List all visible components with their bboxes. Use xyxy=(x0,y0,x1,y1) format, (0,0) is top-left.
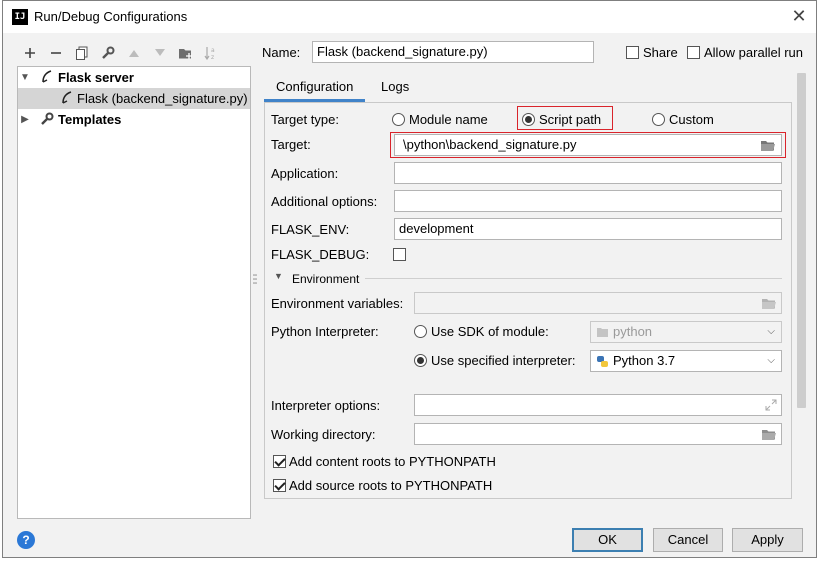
tab-configuration[interactable]: Configuration xyxy=(264,74,366,102)
tree-group-label: Flask server xyxy=(58,70,134,85)
environment-separator xyxy=(365,278,782,279)
name-input[interactable]: Flask (backend_signature.py) xyxy=(312,41,594,63)
additional-options-label: Additional options: xyxy=(271,194,378,209)
flask-icon xyxy=(62,91,72,104)
run-debug-dialog: IJ Run/Debug Configurations ✕ az ▼ Flask… xyxy=(2,0,817,558)
chevron-down-icon: ⌵ xyxy=(767,355,775,366)
chevron-down-icon[interactable]: ▼ xyxy=(20,67,30,88)
use-sdk-label: Use SDK of module: xyxy=(431,324,549,339)
close-icon[interactable]: ✕ xyxy=(790,7,808,25)
share-checkbox[interactable] xyxy=(626,46,639,59)
wrench-icon xyxy=(41,112,54,125)
module-name-label: Module name xyxy=(409,112,488,127)
tree-templates-label: Templates xyxy=(58,112,122,127)
python-icon xyxy=(597,356,608,367)
add-content-roots-label: Add content roots to PYTHONPATH xyxy=(289,454,496,469)
target-input[interactable]: \python\backend_signature.py xyxy=(394,134,782,156)
add-source-roots-checkbox[interactable] xyxy=(273,479,286,492)
custom-label: Custom xyxy=(669,112,714,127)
remove-icon[interactable] xyxy=(43,43,69,63)
additional-options-input[interactable] xyxy=(394,190,782,212)
tab-logs[interactable]: Logs xyxy=(369,74,421,102)
script-path-label: Script path xyxy=(539,112,602,127)
svg-text:a: a xyxy=(211,47,215,54)
add-icon[interactable] xyxy=(17,43,43,63)
module-folder-icon xyxy=(597,328,608,337)
application-input[interactable] xyxy=(394,162,782,184)
chevron-down-icon[interactable]: ▼ xyxy=(274,271,283,281)
scrollbar[interactable] xyxy=(797,73,806,408)
configurations-tree[interactable]: ▼ Flask server Flask (backend_signature.… xyxy=(17,66,251,519)
tree-item-label: Flask (backend_signature.py) xyxy=(77,91,248,106)
chevron-right-icon[interactable]: ▶ xyxy=(20,109,30,130)
allow-parallel-label: Allow parallel run xyxy=(704,45,803,60)
env-vars-label: Environment variables: xyxy=(271,296,404,311)
share-label: Share xyxy=(643,45,678,60)
copy-icon[interactable] xyxy=(69,43,95,63)
ok-button[interactable]: OK xyxy=(572,528,643,552)
tree-group-templates[interactable]: ▶ Templates xyxy=(18,109,250,130)
wrench-icon[interactable] xyxy=(95,43,121,63)
environment-section-label: Environment xyxy=(292,272,360,286)
title-bar: IJ Run/Debug Configurations ✕ xyxy=(3,1,816,33)
add-source-roots-label: Add source roots to PYTHONPATH xyxy=(289,478,493,493)
move-up-icon[interactable] xyxy=(121,43,147,63)
flask-icon xyxy=(42,70,52,83)
env-vars-input[interactable] xyxy=(414,292,782,314)
help-button[interactable]: ? xyxy=(17,531,35,549)
allow-parallel-checkbox[interactable] xyxy=(687,46,700,59)
flask-debug-checkbox[interactable] xyxy=(393,248,406,261)
flask-env-label: FLASK_ENV: xyxy=(271,222,350,237)
name-label: Name: xyxy=(262,45,301,60)
working-dir-label: Working directory: xyxy=(271,427,376,442)
interpreter-options-input[interactable] xyxy=(414,394,782,416)
radio-module-name[interactable] xyxy=(392,113,405,126)
cancel-button[interactable]: Cancel xyxy=(653,528,723,552)
working-dir-input[interactable] xyxy=(414,423,782,445)
sort-icon[interactable]: az xyxy=(199,43,225,63)
add-content-roots-checkbox[interactable] xyxy=(273,455,286,468)
radio-use-specified[interactable] xyxy=(414,354,427,367)
folder-icon[interactable] xyxy=(761,297,777,310)
chevron-down-icon: ⌵ xyxy=(767,326,775,337)
interpreter-select[interactable]: Python 3.7 ⌵ xyxy=(590,350,782,372)
radio-custom[interactable] xyxy=(652,113,665,126)
svg-text:z: z xyxy=(211,54,214,60)
use-specified-label: Use specified interpreter: xyxy=(431,353,576,368)
target-type-label: Target type: xyxy=(271,112,339,127)
window-title: Run/Debug Configurations xyxy=(34,9,188,24)
interpreter-options-label: Interpreter options: xyxy=(271,398,381,413)
sdk-module-select[interactable]: python ⌵ xyxy=(590,321,782,343)
splitter-handle[interactable] xyxy=(253,273,257,287)
flask-debug-label: FLASK_DEBUG: xyxy=(271,247,370,262)
sdk-module-value: python xyxy=(613,324,653,339)
expand-icon[interactable] xyxy=(765,399,777,411)
application-label: Application: xyxy=(271,166,339,181)
folder-icon[interactable] xyxy=(761,428,777,441)
python-interpreter-label: Python Interpreter: xyxy=(271,324,379,339)
config-toolbar: az xyxy=(17,43,225,63)
apply-button[interactable]: Apply xyxy=(732,528,803,552)
tree-group-flask-server[interactable]: ▼ Flask server xyxy=(18,67,250,88)
move-down-icon[interactable] xyxy=(147,43,173,63)
tree-item-flask-config[interactable]: Flask (backend_signature.py) xyxy=(18,88,250,109)
new-folder-icon[interactable] xyxy=(173,43,199,63)
intellij-app-icon: IJ xyxy=(12,9,28,25)
radio-use-sdk[interactable] xyxy=(414,325,427,338)
target-label: Target: xyxy=(271,137,311,152)
flask-env-input[interactable]: development xyxy=(394,218,782,240)
radio-script-path[interactable] xyxy=(522,113,535,126)
folder-icon[interactable] xyxy=(760,139,776,152)
interpreter-value: Python 3.7 xyxy=(613,353,676,368)
